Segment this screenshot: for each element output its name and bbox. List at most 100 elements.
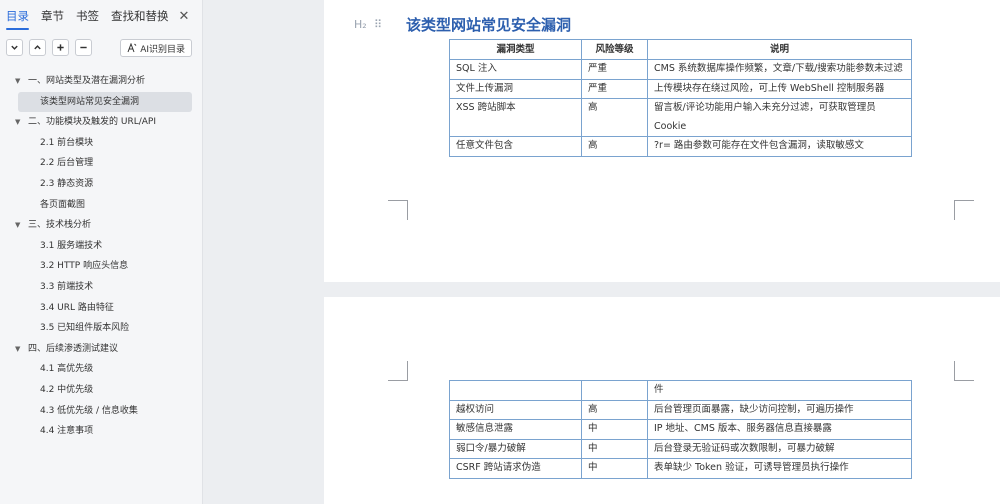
- toc-item[interactable]: 4.1 高优先级: [0, 359, 202, 380]
- table-cell[interactable]: 件: [647, 380, 912, 401]
- toc-item[interactable]: 2.2 后台管理: [0, 153, 202, 174]
- table-cell[interactable]: 严重: [581, 59, 648, 80]
- toc-item[interactable]: ▼ 一、网站类型及潜在漏洞分析: [0, 71, 202, 92]
- page-margin-corner: [388, 200, 408, 220]
- table-cell[interactable]: 文件上传漏洞: [449, 78, 582, 99]
- table-cell[interactable]: 中: [581, 419, 648, 440]
- toc-item-label: 4.3 低优先级 / 信息收集: [40, 405, 138, 416]
- toc-item-label: 一、网站类型及潜在漏洞分析: [28, 76, 146, 86]
- plus-icon[interactable]: [52, 39, 69, 56]
- table-cell[interactable]: [581, 380, 648, 401]
- table-cell[interactable]: 中: [581, 458, 648, 479]
- drag-handle-icon[interactable]: ⠿: [374, 18, 406, 31]
- table-cell[interactable]: 留言板/评论功能用户输入未充分过滤，可获取管理员 Cookie: [647, 98, 912, 137]
- table-cell[interactable]: 后台登录无验证码或次数限制，可暴力破解: [647, 438, 912, 459]
- table-row: 任意文件包含 高 ?r= 路由参数可能存在文件包含漏洞，读取敏感文: [449, 136, 912, 157]
- toc-item[interactable]: ▼ 二、功能模块及触发的 URL/API: [0, 112, 202, 133]
- toc-item-label: 2.2 后台管理: [40, 158, 94, 169]
- toc-item[interactable]: ▼ 三、技术栈分析: [0, 215, 202, 236]
- page-margin-corner: [388, 361, 408, 381]
- table-row: 敏感信息泄露 中 IP 地址、CMS 版本、服务器信息直接暴露: [449, 419, 912, 440]
- ai-sparkle-icon: [127, 43, 137, 53]
- toc-item-label: 3.3 前端技术: [40, 281, 94, 292]
- toc-item[interactable]: 2.1 前台模块: [0, 133, 202, 154]
- toc-item-label: 四、后续渗透测试建议: [28, 343, 119, 354]
- ai-detect-toc-button[interactable]: AI识别目录: [120, 39, 192, 57]
- close-icon[interactable]: ✕: [179, 9, 190, 24]
- tab-find-replace[interactable]: 查找和替换: [111, 8, 169, 24]
- table-row: 越权访问 高 后台管理页面暴露，缺少访问控制，可遍历操作: [449, 399, 912, 420]
- toc-item[interactable]: 4.3 低优先级 / 信息收集: [0, 401, 202, 422]
- toc-item[interactable]: 3.2 HTTP 响应头信息: [0, 256, 202, 277]
- toc-item-label: 三、技术栈分析: [28, 220, 92, 231]
- toc-item[interactable]: 3.3 前端技术: [0, 277, 202, 298]
- table-cell[interactable]: 高: [581, 98, 648, 137]
- heading-row: H₂ ⠿ 该类型网站常见安全漏洞: [354, 14, 571, 35]
- table-cell[interactable]: IP 地址、CMS 版本、服务器信息直接暴露: [647, 419, 912, 440]
- table-row: 弱口令/暴力破解 中 后台登录无验证码或次数限制，可暴力破解: [449, 438, 912, 459]
- toc-item-label: 3.5 已知组件版本风险: [40, 323, 130, 334]
- chevron-down-icon[interactable]: [6, 39, 23, 56]
- toc-item[interactable]: ▼ 四、后续渗透测试建议: [0, 339, 202, 360]
- table-cell[interactable]: 严重: [581, 78, 648, 99]
- caret-down-icon[interactable]: ▼: [15, 339, 20, 360]
- heading-level-icon[interactable]: H₂: [354, 18, 374, 31]
- table-cell[interactable]: XSS 跨站脚本: [449, 98, 582, 137]
- vulnerability-table[interactable]: 漏洞类型 风险等级 说明 SQL 注入 严重 CMS 系统数据库操作频繁，文章/…: [449, 39, 912, 157]
- toc-item[interactable]: 3.5 已知组件版本风险: [0, 318, 202, 339]
- toc-item[interactable]: 3.4 URL 路由特征: [0, 298, 202, 319]
- toc-item[interactable]: 3.1 服务端技术: [0, 236, 202, 257]
- table-row: XSS 跨站脚本 高 留言板/评论功能用户输入未充分过滤，可获取管理员 Cook…: [449, 98, 912, 137]
- document-page[interactable]: 件 越权访问 高 后台管理页面暴露，缺少访问控制，可遍历操作 敏感信息泄露 中 …: [324, 297, 1000, 504]
- caret-down-icon[interactable]: ▼: [15, 71, 20, 92]
- column-header[interactable]: 说明: [647, 39, 912, 60]
- table-cell[interactable]: [449, 380, 582, 401]
- table-row: 文件上传漏洞 严重 上传模块存在绕过风险，可上传 WebShell 控制服务器: [449, 78, 912, 99]
- minus-icon[interactable]: [75, 39, 92, 56]
- caret-down-icon[interactable]: ▼: [15, 112, 20, 133]
- document-page[interactable]: H₂ ⠿ 该类型网站常见安全漏洞 漏洞类型 风险等级 说明 SQL 注入 严重 …: [324, 0, 1000, 282]
- table-cell[interactable]: 中: [581, 438, 648, 459]
- tab-chapters[interactable]: 章节: [41, 8, 64, 24]
- tab-bookmarks[interactable]: 书签: [76, 8, 99, 24]
- toc-item[interactable]: 4.2 中优先级: [0, 380, 202, 401]
- table-cell[interactable]: 敏感信息泄露: [449, 419, 582, 440]
- page-margin-corner: [954, 200, 974, 220]
- table-cell[interactable]: 高: [581, 399, 648, 420]
- table-cell[interactable]: 高: [581, 136, 648, 157]
- toc-list: ▼ 一、网站类型及潜在漏洞分析 该类型网站常见安全漏洞 ▼ 二、功能模块及触发的 U…: [0, 71, 202, 442]
- toc-item-label: 二、功能模块及触发的 URL/API: [28, 117, 156, 128]
- ai-button-label: AI识别目录: [140, 44, 185, 55]
- table-cell[interactable]: CMS 系统数据库操作频繁，文章/下载/搜索功能参数未过滤: [647, 59, 912, 80]
- toc-item[interactable]: 4.4 注意事项: [0, 421, 202, 442]
- table-cell[interactable]: 任意文件包含: [449, 136, 582, 157]
- table-cell[interactable]: 表单缺少 Token 验证，可诱导管理员执行操作: [647, 458, 912, 479]
- section-heading[interactable]: 该类型网站常见安全漏洞: [406, 14, 571, 35]
- column-header[interactable]: 风险等级: [581, 39, 648, 60]
- table-cell[interactable]: 上传模块存在绕过风险，可上传 WebShell 控制服务器: [647, 78, 912, 99]
- toc-item-label: 3.4 URL 路由特征: [40, 302, 114, 313]
- page-margin-corner: [954, 361, 974, 381]
- sidebar-tabs: 目录 章节 书签 查找和替换 ✕: [6, 7, 190, 30]
- toc-item[interactable]: 2.3 静态资源: [0, 174, 202, 195]
- table-cell[interactable]: CSRF 跨站请求伪造: [449, 458, 582, 479]
- toc-item-label: 2.1 前台模块: [40, 137, 94, 148]
- toc-item-label: 该类型网站常见安全漏洞: [40, 96, 140, 107]
- table-cell[interactable]: 后台管理页面暴露，缺少访问控制，可遍历操作: [647, 399, 912, 420]
- toc-item-label: 4.1 高优先级: [40, 364, 94, 375]
- caret-down-icon[interactable]: ▼: [15, 215, 20, 236]
- toc-item-label: 2.3 静态资源: [40, 178, 94, 189]
- tab-toc[interactable]: 目录: [6, 8, 29, 30]
- column-header[interactable]: 漏洞类型: [449, 39, 582, 60]
- table-cell[interactable]: SQL 注入: [449, 59, 582, 80]
- toc-item[interactable]: 各页面截图: [0, 195, 202, 216]
- chevron-up-icon[interactable]: [29, 39, 46, 56]
- table-cell[interactable]: ?r= 路由参数可能存在文件包含漏洞，读取敏感文: [647, 136, 912, 157]
- toc-item-selected[interactable]: 该类型网站常见安全漏洞: [18, 91, 192, 113]
- table-cell[interactable]: 弱口令/暴力破解: [449, 438, 582, 459]
- vulnerability-table-continued[interactable]: 件 越权访问 高 后台管理页面暴露，缺少访问控制，可遍历操作 敏感信息泄露 中 …: [449, 380, 912, 479]
- table-row: CSRF 跨站请求伪造 中 表单缺少 Token 验证，可诱导管理员执行操作: [449, 458, 912, 479]
- toc-item-label: 4.4 注意事项: [40, 426, 94, 437]
- outline-sidebar: 目录 章节 书签 查找和替换 ✕ AI识别目录 ▼ 一、网站类型及潜在漏洞分析 该…: [0, 0, 203, 504]
- table-cell[interactable]: 越权访问: [449, 399, 582, 420]
